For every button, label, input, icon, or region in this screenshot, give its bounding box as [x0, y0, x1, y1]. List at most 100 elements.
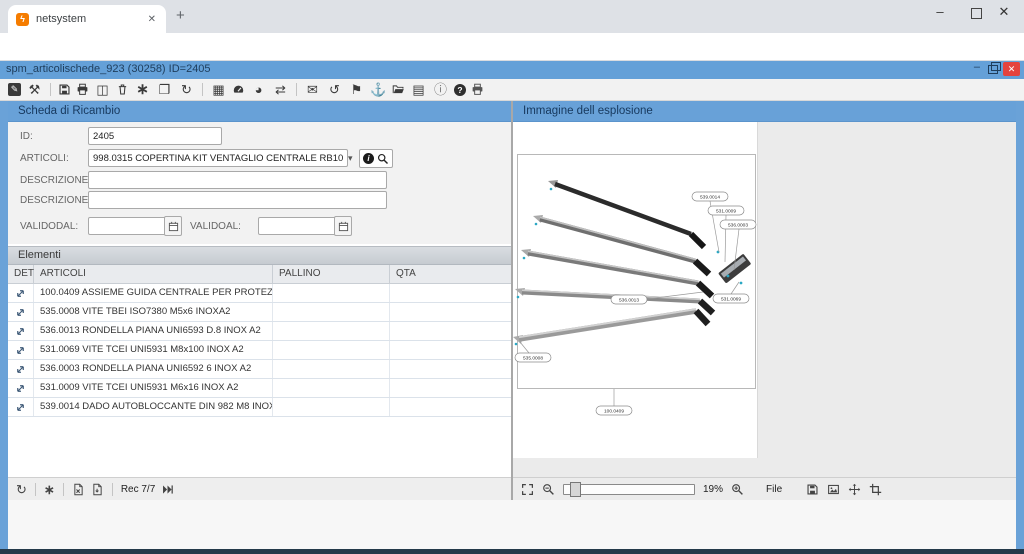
table-row[interactable]: 531.0069 VITE TCEI UNI5931 M8x100 INOX A… — [8, 341, 511, 360]
row-qta — [390, 322, 511, 340]
detail-expand-icon[interactable] — [8, 341, 34, 359]
table-row[interactable]: 536.0013 RONDELLA PIANA UNI6593 D.8 INOX… — [8, 322, 511, 341]
footer-refresh-icon[interactable]: ↻ — [16, 483, 27, 496]
articoli-info-icon[interactable]: i — [363, 153, 374, 164]
scheda-panel-header: Scheda di Ricambio — [8, 101, 511, 122]
image-file-icon[interactable] — [827, 483, 840, 496]
wrench-icon[interactable]: ⚒ — [26, 83, 43, 96]
exploded-view-page[interactable]: 539.0014 531.0009 536.0003 536.0013 531.… — [513, 122, 758, 458]
table-row[interactable]: 531.0009 VITE TCEI UNI5931 M6x16 INOX A2 — [8, 379, 511, 398]
col-pallino[interactable]: PALLINO — [273, 265, 390, 283]
browser-tab[interactable]: ϟ netsystem ✕ — [8, 5, 166, 33]
detail-expand-icon[interactable] — [8, 322, 34, 340]
app-title: spm_articolischede_923 (30258) ID=2405 — [6, 63, 211, 75]
table-icon[interactable]: ▦ — [210, 83, 227, 96]
fit-expand-icon[interactable] — [521, 483, 534, 496]
copy-icon[interactable]: ❐ — [156, 83, 173, 96]
trash-icon[interactable] — [116, 83, 129, 96]
immagine-footer-toolbar: 19% File — [513, 477, 1016, 500]
app-minimize-icon[interactable]: – — [974, 61, 980, 73]
window-close-button[interactable]: ✕ — [990, 4, 1018, 20]
tab-close-icon[interactable]: ✕ — [146, 12, 158, 27]
help-icon[interactable]: ? — [454, 84, 466, 96]
site-favicon: ϟ — [16, 13, 29, 26]
articoli-search-icon[interactable] — [377, 153, 389, 165]
col-det[interactable]: DET — [8, 265, 34, 283]
app-bottom-border — [0, 549, 1024, 554]
svg-text:539.0014: 539.0014 — [700, 194, 720, 200]
columns-icon[interactable]: ◫ — [94, 83, 111, 96]
window-minimize-button[interactable]: – — [926, 4, 954, 19]
row-articoli: 536.0013 RONDELLA PIANA UNI6593 D.8 INOX… — [34, 322, 273, 340]
refresh-icon[interactable]: ↻ — [178, 83, 195, 96]
gauge-icon[interactable] — [232, 83, 245, 96]
app-close-button[interactable]: ✕ — [1003, 62, 1020, 76]
new-tab-button[interactable]: + — [176, 7, 185, 24]
detail-expand-icon[interactable] — [8, 379, 34, 397]
browser-navbar: ← → ↻ netsystem.geqo.it ☆ ⌂11 ⋮ — [0, 33, 1024, 61]
row-articoli: 531.0009 VITE TCEI UNI5931 M6x16 INOX A2 — [34, 379, 273, 397]
mail-icon[interactable]: ✉ — [304, 83, 321, 96]
image-save-icon[interactable] — [806, 483, 819, 496]
zoom-in-icon[interactable] — [731, 483, 744, 496]
table-row[interactable]: 535.0008 VITE TBEI ISO7380 M5x6 INOXA2 — [8, 303, 511, 322]
table-row[interactable]: 536.0003 RONDELLA PIANA UNI6592 6 INOX A… — [8, 360, 511, 379]
info-icon[interactable]: ⓘ — [432, 83, 449, 96]
print-preview-icon[interactable] — [471, 83, 484, 96]
save-icon[interactable] — [58, 83, 71, 96]
validodal-label: VALIDODAL: — [20, 221, 78, 232]
last-record-icon[interactable] — [161, 483, 174, 496]
validoal-calendar-icon[interactable] — [334, 216, 352, 236]
col-qta[interactable]: QTA — [390, 265, 511, 283]
edit-icon[interactable]: ✎ — [8, 83, 21, 96]
callout-label: 100.0409 — [596, 406, 632, 415]
row-articoli: 535.0008 VITE TBEI ISO7380 M5x6 INOXA2 — [34, 303, 273, 321]
tab-title: netsystem — [36, 13, 146, 25]
app-toolbar: ✎ ⚒ ◫ ∗ ❐ ↻ ▦ ◕ ⇄ ✉ ↺ ⚑ ⚓ ▤ ⓘ ? — [0, 79, 1024, 101]
pie-chart-icon[interactable]: ◕ — [250, 83, 267, 96]
callout-label: 535.0008 — [515, 353, 551, 362]
export-pdf-icon[interactable] — [91, 483, 104, 496]
flag-icon[interactable]: ⚑ — [348, 83, 365, 96]
immagine-panel-header: Immagine dell esplosione — [513, 101, 1016, 122]
exploded-drawing: 539.0014 531.0009 536.0003 536.0013 531.… — [513, 122, 757, 458]
zoom-slider-thumb[interactable] — [570, 482, 581, 497]
note-icon[interactable]: ▤ — [410, 83, 427, 96]
id-field[interactable] — [88, 127, 222, 145]
app-restore-icon[interactable] — [988, 65, 998, 74]
print-icon[interactable] — [76, 83, 89, 96]
zoom-out-icon[interactable] — [542, 483, 555, 496]
table-row[interactable]: 100.0409 ASSIEME GUIDA CENTRALE PER PROT… — [8, 284, 511, 303]
callout-label: 536.0003 — [720, 220, 756, 229]
export-xls-icon[interactable] — [72, 483, 85, 496]
row-pallino — [273, 341, 390, 359]
file-button[interactable]: File — [766, 484, 782, 495]
swap-icon[interactable]: ⇄ — [272, 83, 289, 96]
detail-expand-icon[interactable] — [8, 360, 34, 378]
detail-expand-icon[interactable] — [8, 303, 34, 321]
chevron-down-icon[interactable]: ▾ — [348, 153, 353, 164]
detail-expand-icon[interactable] — [8, 284, 34, 302]
new-record-asterisk-icon[interactable]: ∗ — [134, 82, 151, 97]
move-icon[interactable] — [848, 483, 861, 496]
articoli-lookup-buttons[interactable]: i — [359, 149, 393, 168]
descrizione-field[interactable] — [88, 171, 387, 189]
table-row[interactable]: 539.0014 DADO AUTOBLOCCANTE DIN 982 M8 I… — [8, 398, 511, 417]
folder-open-icon[interactable] — [392, 83, 405, 96]
window-maximize-button[interactable] — [971, 8, 982, 19]
crop-icon[interactable] — [869, 483, 882, 496]
row-pallino — [273, 322, 390, 340]
anchor-icon[interactable]: ⚓ — [370, 83, 387, 96]
validodal-calendar-icon[interactable] — [164, 216, 182, 236]
footer-new-record-icon[interactable]: ∗ — [44, 483, 55, 496]
col-articoli[interactable]: ARTICOLI — [34, 265, 273, 283]
descrizioneen-field[interactable] — [88, 191, 387, 209]
validodal-field[interactable] — [88, 217, 166, 235]
validoal-field[interactable] — [258, 217, 336, 235]
history-icon[interactable]: ↺ — [326, 83, 343, 96]
scheda-panel: Scheda di Ricambio ID: ARTICOLI: ▾ i DES… — [8, 101, 511, 500]
row-articoli: 100.0409 ASSIEME GUIDA CENTRALE PER PROT… — [34, 284, 273, 302]
detail-expand-icon[interactable] — [8, 398, 34, 416]
zoom-slider[interactable] — [563, 484, 695, 495]
articoli-field[interactable] — [88, 149, 348, 167]
